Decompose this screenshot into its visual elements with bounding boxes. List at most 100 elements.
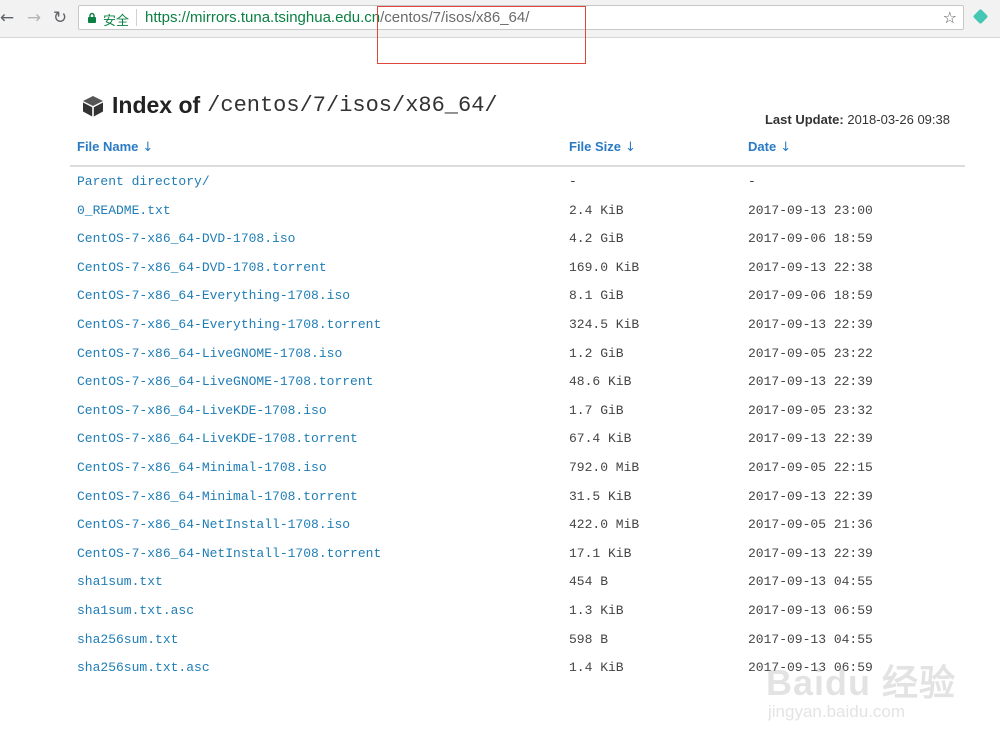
file-link[interactable]: CentOS-7-x86_64-Everything-1708.iso xyxy=(77,288,350,303)
last-update-label: Last Update: xyxy=(764,112,844,127)
table-row: CentOS-7-x86_64-Minimal-1708.torrent 31.5… xyxy=(0,483,1000,512)
file-size: 17.1 KiB xyxy=(569,545,632,561)
title-index-label: Index of xyxy=(112,92,201,118)
lock-icon xyxy=(88,12,96,23)
file-size: 1.3 KiB xyxy=(569,603,624,618)
file-link[interactable]: CentOS-7-x86_64-LiveKDE-1708.iso xyxy=(77,403,327,418)
file-link[interactable]: CentOS-7-x86_64-Minimal-1708.torrent xyxy=(77,489,358,504)
table-row: CentOS-7-x86_64-Everything-1708.torrent 3… xyxy=(0,311,1000,340)
file-size: 31.5 KiB xyxy=(569,488,632,504)
extension-icon[interactable] xyxy=(972,8,989,25)
column-header-file-size[interactable]: File Size ↓ xyxy=(569,139,636,155)
file-date: 2017-09-05 21:36 xyxy=(748,517,873,533)
column-header-date[interactable]: Date ↓ xyxy=(748,139,791,155)
table-row: CentOS-7-x86_64-LiveKDE-1708.torrent 67.4… xyxy=(0,425,1000,454)
watermark-logo-text: Baidu 经验 xyxy=(766,662,957,703)
last-update: Last Update: 2018-03-26 09:38 xyxy=(765,112,950,127)
file-date: 2017-09-06 18:59 xyxy=(748,231,873,247)
file-link[interactable]: CentOS-7-x86_64-NetInstall-1708.iso xyxy=(77,517,350,532)
column-header-file-name[interactable]: File Name ↓ xyxy=(77,139,153,155)
file-size: 48.6 KiB xyxy=(569,374,632,390)
file-date: 2017-09-13 22:39 xyxy=(748,545,873,561)
cube-icon xyxy=(83,95,103,116)
file-date: 2017-09-13 22:38 xyxy=(748,259,873,275)
file-link[interactable]: CentOS-7-x86_64-LiveGNOME-1708.torrent xyxy=(77,374,373,389)
watermark-url-text: jingyan.baidu.com xyxy=(768,702,906,721)
table-header: File Name ↓ File Size ↓ Date ↓ xyxy=(70,137,965,167)
annotation-highlight-box xyxy=(377,6,586,64)
file-size: 2.4 KiB xyxy=(569,202,624,218)
table-row: CentOS-7-x86_64-LiveKDE-1708.iso 1.7 GiB 2… xyxy=(0,397,1000,426)
file-size: 4.2 GiB xyxy=(569,231,624,247)
star-icon[interactable]: ☆ xyxy=(943,8,957,27)
sort-arrow-icon: ↓ xyxy=(780,140,792,155)
forward-arrow-icon[interactable]: → xyxy=(23,7,45,29)
file-size: 67.4 KiB xyxy=(569,431,632,447)
table-row: CentOS-7-x86_64-NetInstall-1708.iso 422.0… xyxy=(0,511,1000,540)
table-row: CentOS-7-x86_64-Minimal-1708.iso 792.0 Mi… xyxy=(0,454,1000,483)
file-size: - xyxy=(569,174,577,189)
table-row: CentOS-7-x86_64-Everything-1708.iso 8.1 G… xyxy=(0,282,1000,311)
file-date: - xyxy=(748,174,756,189)
file-size: 324.5 KiB xyxy=(569,317,640,332)
table-row: 0_README.txt 2.4 KiB 2017-09-13 23:00 xyxy=(0,197,1000,226)
file-link[interactable]: 0_README.txt xyxy=(77,203,171,218)
file-date: 2017-09-13 23:00 xyxy=(748,202,873,218)
file-size: 792.0 MiB xyxy=(569,460,640,475)
sort-arrow-icon: ↓ xyxy=(142,140,154,155)
file-link[interactable]: sha1sum.txt.asc xyxy=(77,603,194,618)
file-date: 2017-09-13 06:59 xyxy=(748,603,873,618)
file-link[interactable]: CentOS-7-x86_64-LiveGNOME-1708.iso xyxy=(77,346,342,361)
table-row: sha1sum.txt 454 B 2017-09-13 04:55 xyxy=(0,568,1000,597)
file-size: 1.4 KiB xyxy=(569,660,624,676)
last-update-value: 2018-03-26 09:38 xyxy=(847,112,950,127)
table-row: Parent directory/ - - xyxy=(0,168,1000,197)
file-size: 598 B xyxy=(569,631,609,647)
file-link[interactable]: sha256sum.txt xyxy=(77,632,178,647)
back-arrow-icon[interactable]: ← xyxy=(0,7,18,29)
file-size: 454 B xyxy=(569,574,609,590)
baidu-jingyan-watermark: Baidu 经验 jingyan.baidu.com xyxy=(760,652,990,728)
column-label: File Size xyxy=(569,139,622,154)
table-row: CentOS-7-x86_64-DVD-1708.iso 4.2 GiB 2017-… xyxy=(0,225,1000,254)
file-link[interactable]: Parent directory/ xyxy=(77,174,210,189)
file-date: 2017-09-13 22:39 xyxy=(748,431,873,447)
file-date: 2017-09-13 22:39 xyxy=(748,488,873,504)
sort-arrow-icon: ↓ xyxy=(625,140,636,155)
file-link[interactable]: CentOS-7-x86_64-NetInstall-1708.torrent xyxy=(77,546,381,561)
file-link[interactable]: sha1sum.txt xyxy=(77,574,163,589)
table-row: CentOS-7-x86_64-LiveGNOME-1708.iso 1.2 Gi… xyxy=(0,340,1000,369)
file-link[interactable]: CentOS-7-x86_64-Minimal-1708.iso xyxy=(77,460,327,475)
file-date: 2017-09-05 23:32 xyxy=(748,402,873,418)
file-date: 2017-09-13 22:39 xyxy=(748,317,873,332)
table-row: CentOS-7-x86_64-DVD-1708.torrent 169.0 Ki… xyxy=(0,254,1000,283)
file-date: 2017-09-06 18:59 xyxy=(748,288,873,304)
file-link[interactable]: CentOS-7-x86_64-DVD-1708.iso xyxy=(77,231,295,246)
url-separator xyxy=(136,9,137,26)
file-link[interactable]: CentOS-7-x86_64-LiveKDE-1708.torrent xyxy=(77,431,358,446)
file-date: 2017-09-13 04:55 xyxy=(748,574,873,590)
file-link[interactable]: CentOS-7-x86_64-DVD-1708.torrent xyxy=(77,260,327,275)
column-label: Date xyxy=(748,139,777,154)
file-link[interactable]: CentOS-7-x86_64-Everything-1708.torrent xyxy=(77,317,381,332)
file-date: 2017-09-05 22:15 xyxy=(748,460,873,475)
table-row: sha1sum.txt.asc 1.3 KiB 2017-09-13 06:59 xyxy=(0,597,1000,626)
table-row: sha256sum.txt 598 B 2017-09-13 04:55 xyxy=(0,626,1000,655)
reload-icon[interactable]: ↻ xyxy=(49,7,71,29)
page-title: Index of /centos/7/isos/x86_64/ xyxy=(82,92,498,119)
file-size: 8.1 GiB xyxy=(569,288,624,304)
table-row: CentOS-7-x86_64-LiveGNOME-1708.torrent 48… xyxy=(0,368,1000,397)
url-host: https://mirrors.tuna.tsinghua.edu.cn xyxy=(145,9,381,26)
file-link[interactable]: sha256sum.txt.asc xyxy=(77,660,210,675)
secure-label: 安全 xyxy=(103,13,130,28)
file-size: 169.0 KiB xyxy=(569,259,640,275)
table-row: CentOS-7-x86_64-NetInstall-1708.torrent 1… xyxy=(0,540,1000,569)
title-path: /centos/7/isos/x86_64/ xyxy=(207,93,498,118)
file-size: 422.0 MiB xyxy=(569,517,640,533)
file-date: 2017-09-13 22:39 xyxy=(748,374,873,390)
file-date: 2017-09-13 04:55 xyxy=(748,631,873,647)
column-label: File Name xyxy=(77,139,139,154)
file-size: 1.7 GiB xyxy=(569,402,624,418)
file-size: 1.2 GiB xyxy=(569,345,624,361)
file-date: 2017-09-05 23:22 xyxy=(748,345,873,361)
